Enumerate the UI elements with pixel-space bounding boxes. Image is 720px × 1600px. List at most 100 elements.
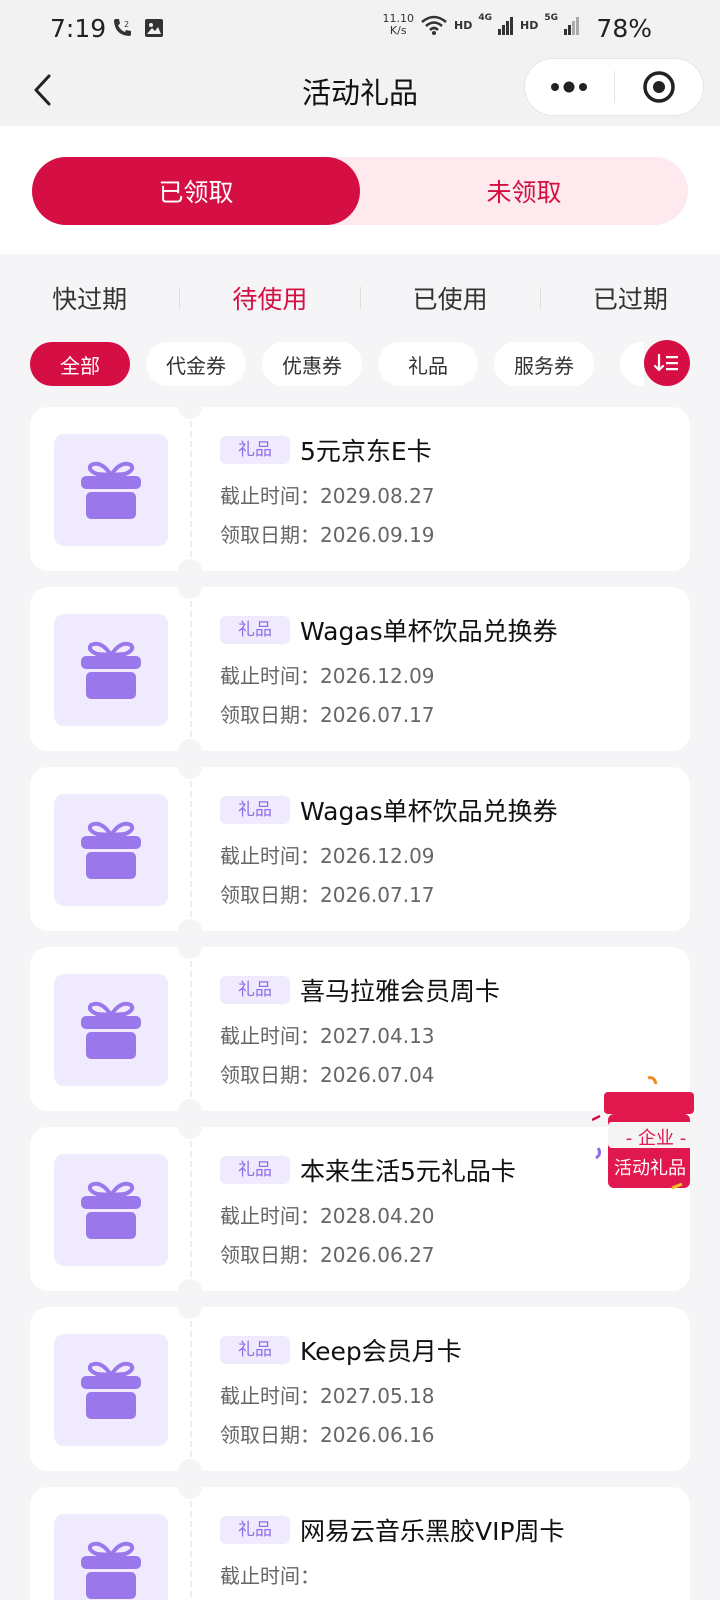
card-receive-label: 领取日期： [220, 1423, 320, 1447]
sort-button[interactable] [644, 340, 690, 386]
gift-icon [81, 641, 141, 699]
tab-to-use[interactable]: 待使用 [180, 280, 359, 316]
card-notch [178, 919, 202, 931]
card-title-row: 礼品 Wagas单杯饮品兑换券 [220, 611, 674, 649]
tab-not-received[interactable]: 未领取 [360, 157, 688, 225]
card-notch [178, 1279, 202, 1291]
card-divider [190, 1141, 192, 1277]
card-receive-date: 2026.07.17 [320, 883, 435, 907]
card-receive-label: 领取日期： [220, 703, 320, 727]
gift-thumbnail [54, 794, 168, 906]
tab-received[interactable]: 已领取 [32, 157, 360, 225]
card-name: 喜马拉雅会员周卡 [300, 977, 501, 1006]
gift-thumbnail [54, 434, 168, 546]
card-info: 礼品 网易云音乐黑胶VIP周卡 截止时间： [220, 1511, 674, 1600]
title-bar: 活动礼品 [0, 58, 720, 126]
gift-card[interactable]: 礼品 喜马拉雅会员周卡 截止时间：2027.04.13 领取日期：2026.07… [30, 947, 690, 1111]
card-expire-line: 截止时间：2026.12.09 [220, 840, 674, 868]
card-title-row: 礼品 网易云音乐黑胶VIP周卡 [220, 1511, 674, 1549]
chip-gift[interactable]: 礼品 [378, 342, 478, 386]
card-type-tag: 礼品 [220, 1156, 290, 1184]
card-divider [190, 421, 192, 557]
card-expire-date: 2027.05.18 [320, 1384, 435, 1408]
card-receive-line: 领取日期：2026.06.16 [220, 1419, 674, 1447]
status-time: 7:19 [50, 14, 107, 43]
card-receive-date: 2026.07.17 [320, 703, 435, 727]
card-divider [190, 601, 192, 737]
card-type-tag: 礼品 [220, 796, 290, 824]
card-notch [178, 1127, 202, 1139]
card-divider [190, 781, 192, 917]
gift-thumbnail [54, 1514, 168, 1600]
enterprise-gift-badge[interactable]: - 企业 - 活动礼品 [591, 1076, 710, 1212]
svg-text:2: 2 [124, 20, 129, 29]
wifi-icon [421, 15, 447, 35]
status-bar: 7:19 2 11.10 K/s HD 4G HD 5G 78% [0, 0, 720, 58]
card-title-row: 礼品 5元京东E卡 [220, 431, 674, 469]
sort-icon [654, 353, 678, 372]
card-expire-line: 截止时间：2026.12.09 [220, 660, 674, 688]
card-type-tag: 礼品 [220, 616, 290, 644]
gift-card[interactable]: 礼品 网易云音乐黑胶VIP周卡 截止时间： [30, 1487, 690, 1600]
card-notch [178, 1307, 202, 1319]
card-receive-line: 领取日期：2026.07.17 [220, 699, 674, 727]
gift-card[interactable]: 礼品 Wagas单杯饮品兑换券 截止时间：2026.12.09 领取日期：202… [30, 587, 690, 751]
gift-icon [81, 1361, 141, 1419]
network-type-1: 4G [478, 13, 492, 23]
card-expire-date: 2026.12.09 [320, 664, 435, 688]
card-expire-label: 截止时间： [220, 1024, 320, 1048]
hd-badge-1: HD [454, 18, 473, 32]
tab-used[interactable]: 已使用 [361, 280, 540, 316]
card-expire-line: 截止时间：2027.04.13 [220, 1020, 674, 1048]
card-name: 网易云音乐黑胶VIP周卡 [300, 1517, 565, 1546]
gift-card[interactable]: 礼品 Wagas单杯饮品兑换券 截止时间：2026.12.09 领取日期：202… [30, 767, 690, 931]
card-title-row: 礼品 Wagas单杯饮品兑换券 [220, 791, 674, 829]
chip-cash-voucher[interactable]: 代金券 [146, 342, 246, 386]
card-notch [178, 1099, 202, 1111]
hd-badge-2: HD [520, 18, 539, 32]
battery-level: 78% [596, 14, 652, 43]
card-name: 本来生活5元礼品卡 [300, 1157, 516, 1186]
card-expire-line: 截止时间：2027.05.18 [220, 1380, 674, 1408]
gift-card[interactable]: 礼品 Keep会员月卡 截止时间：2027.05.18 领取日期：2026.06… [30, 1307, 690, 1471]
card-type-tag: 礼品 [220, 436, 290, 464]
gift-icon [81, 821, 141, 879]
network-type-2: 5G [544, 13, 558, 23]
gift-thumbnail [54, 974, 168, 1086]
card-expire-date: 2028.04.20 [320, 1204, 435, 1228]
network-speed: 11.10 K/s [383, 13, 415, 37]
gift-card[interactable]: 礼品 5元京东E卡 截止时间：2029.08.27 领取日期：2026.09.1… [30, 407, 690, 571]
card-receive-line: 领取日期：2026.09.19 [220, 519, 674, 547]
card-expire-date: 2026.12.09 [320, 844, 435, 868]
close-miniprogram-button[interactable] [615, 59, 704, 115]
chip-coupon[interactable]: 优惠券 [262, 342, 362, 386]
card-receive-line: 领取日期：2026.07.17 [220, 879, 674, 907]
tab-expired[interactable]: 已过期 [541, 280, 720, 316]
card-type-tag: 礼品 [220, 1516, 290, 1544]
card-info: 礼品 喜马拉雅会员周卡 截止时间：2027.04.13 领取日期：2026.07… [220, 971, 674, 1087]
card-notch [178, 739, 202, 751]
card-receive-line: 领取日期：2026.06.27 [220, 1239, 674, 1267]
gift-icon [81, 1001, 141, 1059]
card-notch [178, 407, 202, 419]
card-receive-label: 领取日期： [220, 523, 320, 547]
network-speed-unit: K/s [389, 24, 407, 37]
mini-program-capsule [524, 58, 704, 116]
card-receive-date: 2026.07.04 [320, 1063, 435, 1087]
card-expire-line: 截止时间：2029.08.27 [220, 480, 674, 508]
tab-expiring-soon[interactable]: 快过期 [0, 280, 179, 316]
card-divider [190, 961, 192, 1097]
card-title-row: 礼品 喜马拉雅会员周卡 [220, 971, 674, 1009]
chip-all[interactable]: 全部 [30, 342, 130, 386]
card-type-tag: 礼品 [220, 1336, 290, 1364]
gift-card[interactable]: 礼品 本来生活5元礼品卡 截止时间：2028.04.20 领取日期：2026.0… [30, 1127, 690, 1291]
call-forward-icon: 2 [114, 19, 131, 36]
card-receive-date: 2026.06.27 [320, 1243, 435, 1267]
chip-service-voucher[interactable]: 服务券 [494, 342, 594, 386]
badge-line2: 活动礼品 [614, 1158, 686, 1179]
more-button[interactable] [525, 59, 614, 115]
card-name: Keep会员月卡 [300, 1337, 462, 1366]
status-right: 11.10 K/s HD 4G HD 5G [383, 13, 581, 37]
card-notch [178, 947, 202, 959]
card-receive-date: 2026.09.19 [320, 523, 435, 547]
